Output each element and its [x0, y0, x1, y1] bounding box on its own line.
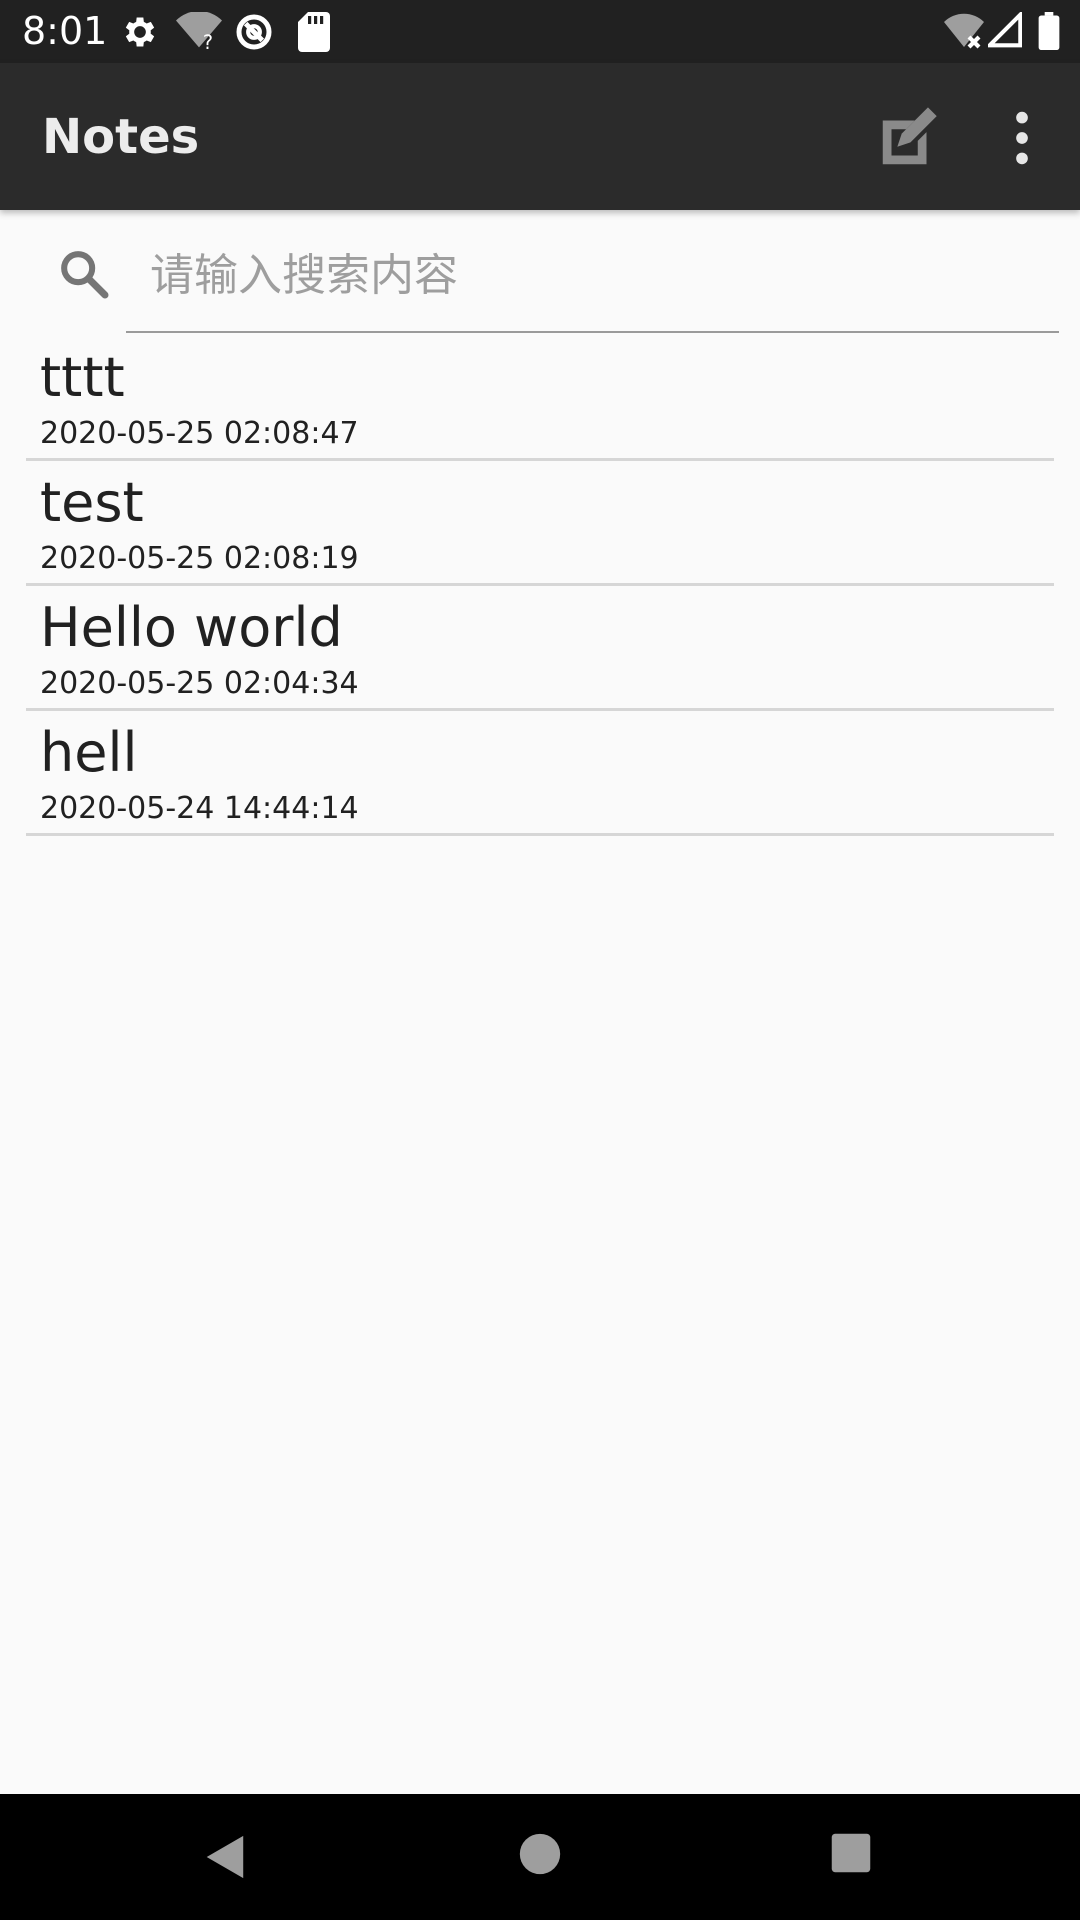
- note-timestamp: 2020-05-25 02:08:19: [40, 541, 359, 576]
- search-icon: [61, 251, 109, 299]
- list-item[interactable]: test 2020-05-25 02:08:19: [26, 461, 1054, 586]
- note-timestamp: 2020-05-25 02:08:47: [40, 416, 359, 451]
- note-title: hell: [40, 721, 138, 784]
- back-icon[interactable]: [200, 1832, 248, 1882]
- new-note-button[interactable]: [874, 103, 944, 173]
- home-icon[interactable]: [518, 1832, 562, 1876]
- note-title: Hello world: [40, 596, 343, 659]
- wifi-unknown-icon: ?: [176, 12, 222, 52]
- navigation-bar: [0, 1794, 1080, 1920]
- search-underline: [126, 331, 1059, 333]
- status-time: 8:01: [22, 9, 108, 53]
- svg-text:?: ?: [203, 31, 213, 52]
- note-title: tttt: [40, 346, 125, 409]
- recents-icon[interactable]: [830, 1832, 872, 1874]
- sd-card-icon: [298, 12, 330, 52]
- signal-icon: [988, 12, 1022, 48]
- note-timestamp: 2020-05-25 02:04:34: [40, 666, 359, 701]
- more-options-button[interactable]: [987, 103, 1057, 173]
- list-item[interactable]: tttt 2020-05-25 02:08:47: [26, 336, 1054, 461]
- app-bar: Notes: [0, 63, 1080, 210]
- status-bar: 8:01 ?: [0, 0, 1080, 63]
- search-bar: [0, 210, 1080, 336]
- list-item[interactable]: Hello world 2020-05-25 02:04:34: [26, 586, 1054, 711]
- note-list: tttt 2020-05-25 02:08:47 test 2020-05-25…: [26, 336, 1054, 836]
- battery-icon: [1038, 12, 1060, 50]
- search-input[interactable]: [126, 240, 1056, 310]
- vpn-icon: [236, 14, 272, 50]
- more-vert-icon: [1016, 111, 1028, 165]
- list-item[interactable]: hell 2020-05-24 14:44:14: [26, 711, 1054, 836]
- note-timestamp: 2020-05-24 14:44:14: [40, 791, 359, 826]
- note-title: test: [40, 471, 144, 534]
- wifi-off-icon: [944, 13, 984, 49]
- edit-note-icon: [882, 107, 937, 165]
- settings-icon: [125, 17, 155, 47]
- page-title: Notes: [42, 109, 200, 165]
